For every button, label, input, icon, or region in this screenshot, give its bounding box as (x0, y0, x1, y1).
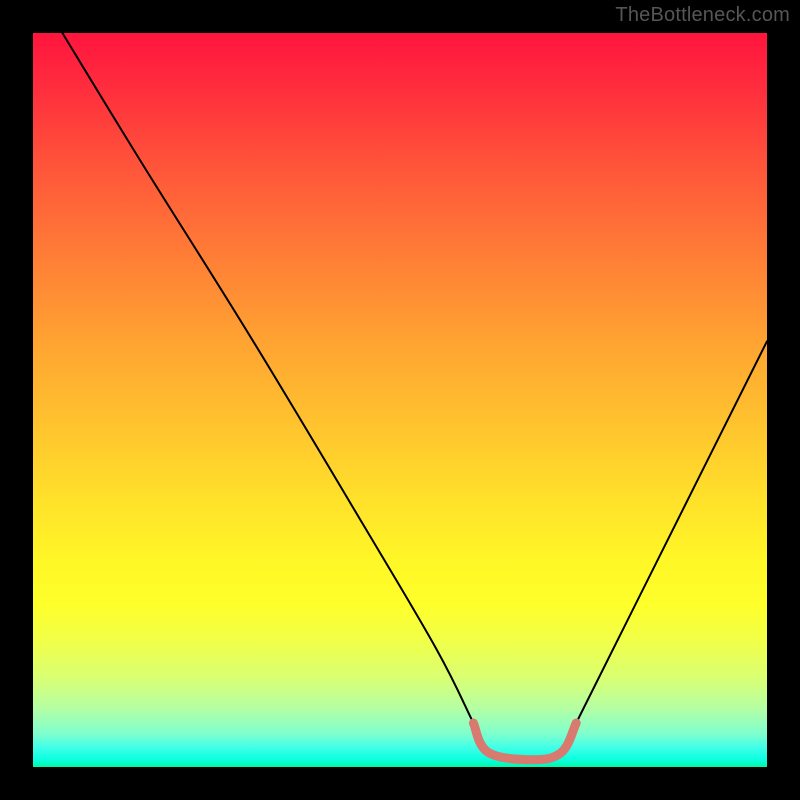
optimal-band-highlight (473, 723, 576, 760)
chart-frame: TheBottleneck.com (0, 0, 800, 800)
bottleneck-curve-line (62, 33, 767, 760)
chart-svg (33, 33, 767, 767)
watermark-text: TheBottleneck.com (615, 4, 790, 27)
